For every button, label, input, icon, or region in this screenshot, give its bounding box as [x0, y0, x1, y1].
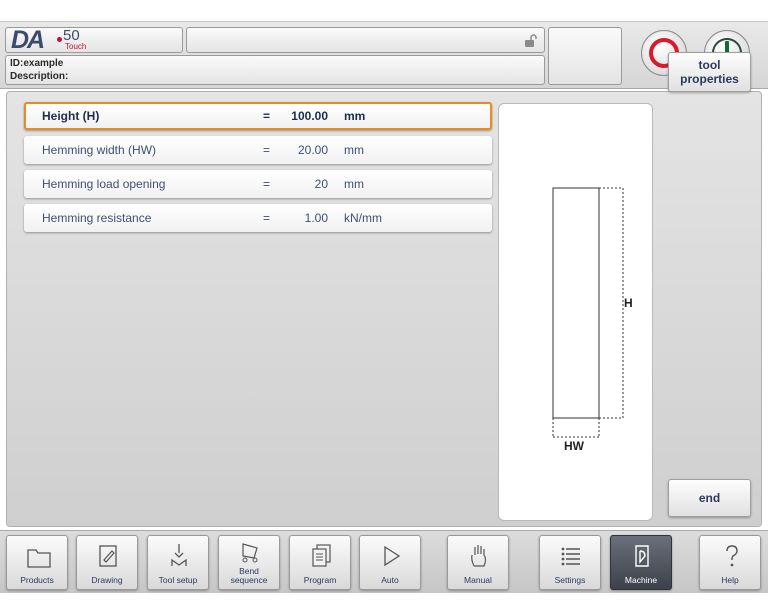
play-icon	[384, 545, 401, 567]
nav-button-help[interactable]: Help	[699, 535, 761, 590]
parameter-row[interactable]: Hemming resistance = 1.00 kN/mm	[24, 204, 492, 232]
width-dimension-label: HW	[564, 439, 585, 453]
nav-label: Help	[721, 575, 739, 585]
header-bar: DA 50 Touch ID:example Description:	[0, 21, 768, 89]
tool-properties-button[interactable]: tool properties	[668, 52, 751, 92]
nav-label: Settings	[554, 575, 586, 585]
punch-die-icon	[171, 544, 187, 566]
parameter-row[interactable]: Hemming load opening = 20 mm	[24, 170, 492, 198]
parameter-value: 20.00	[297, 143, 328, 157]
parameter-row[interactable]: Hemming width (HW) = 20.00 mm	[24, 136, 492, 164]
settings-list-icon	[561, 547, 580, 566]
main-panel: Height (H) = 100.00 mm Hemming width (HW) = 20…	[6, 91, 762, 527]
parameter-unit: kN/mm	[344, 211, 382, 225]
nav-label: Manual	[464, 575, 492, 585]
product-info-box: ID:example Description:	[5, 55, 545, 85]
nav-label: Products	[20, 575, 54, 585]
nav-button-products[interactable]: Products	[6, 535, 68, 590]
nav-button-program[interactable]: Program	[289, 535, 351, 590]
end-button[interactable]: end	[668, 479, 751, 517]
tool-properties-label-1: tool	[698, 58, 721, 72]
nav-button-drawing[interactable]: Drawing	[76, 535, 138, 590]
logo-dot	[57, 37, 62, 42]
logo-brand: DA	[11, 26, 45, 54]
nav-button-auto[interactable]: Auto	[359, 535, 421, 590]
parameter-equals: =	[263, 177, 271, 191]
program-pages-icon	[312, 544, 331, 567]
bend-sequence-icon	[242, 543, 258, 563]
parameter-unit: mm	[344, 177, 364, 191]
nav-button-machine[interactable]: Machine	[610, 535, 672, 590]
parameter-label: Hemming resistance	[42, 211, 152, 225]
drawing-pencil-icon	[99, 545, 117, 567]
tool-properties-label-2: properties	[680, 72, 739, 86]
product-description: Description:	[10, 71, 69, 82]
parameter-label: Hemming load opening	[42, 177, 166, 191]
logo-box: DA 50 Touch	[5, 26, 183, 54]
parameter-equals: =	[263, 211, 271, 225]
logo-sub: Touch	[65, 42, 87, 51]
nav-label: Auto	[381, 575, 399, 585]
unlock-icon[interactable]	[523, 34, 537, 48]
nav-button-manual[interactable]: Manual	[447, 535, 509, 590]
parameter-row[interactable]: Height (H) = 100.00 mm	[24, 102, 492, 130]
status-box	[548, 27, 622, 85]
nav-button-tool-setup[interactable]: Tool setup	[147, 535, 209, 590]
nav-label: Machine	[624, 575, 658, 585]
nav-label: Drawing	[91, 575, 123, 585]
question-icon	[726, 545, 738, 567]
parameter-unit: mm	[344, 143, 364, 157]
parameter-value: 20	[314, 177, 328, 191]
parameter-value: 100.00	[291, 109, 328, 123]
parameter-unit: mm	[344, 109, 366, 123]
bottom-navigation-bar: Products Drawing Tool setup Bend sequence Pr…	[0, 530, 768, 593]
parameter-label: Hemming width (HW)	[42, 143, 157, 157]
hemming-tool-drawing: H HW	[552, 187, 633, 453]
hand-icon	[471, 545, 487, 567]
tool-drawing-panel: H HW	[498, 103, 653, 521]
nav-label: Program	[303, 575, 337, 585]
machine-icon	[635, 545, 649, 567]
nav-label: Tool setup	[158, 575, 198, 585]
parameter-equals: =	[263, 143, 271, 157]
parameter-value: 1.00	[304, 211, 328, 225]
parameter-equals: =	[263, 109, 271, 123]
title-field	[186, 27, 545, 53]
nav-label: Bend sequence	[230, 566, 268, 585]
height-dimension-label: H	[624, 296, 633, 310]
parameter-label: Height (H)	[42, 109, 100, 123]
product-id: ID:example	[10, 58, 64, 69]
nav-button-bend-sequence[interactable]: Bend sequence	[218, 535, 280, 590]
folder-icon	[27, 549, 51, 568]
nav-button-settings[interactable]: Settings	[539, 535, 601, 590]
